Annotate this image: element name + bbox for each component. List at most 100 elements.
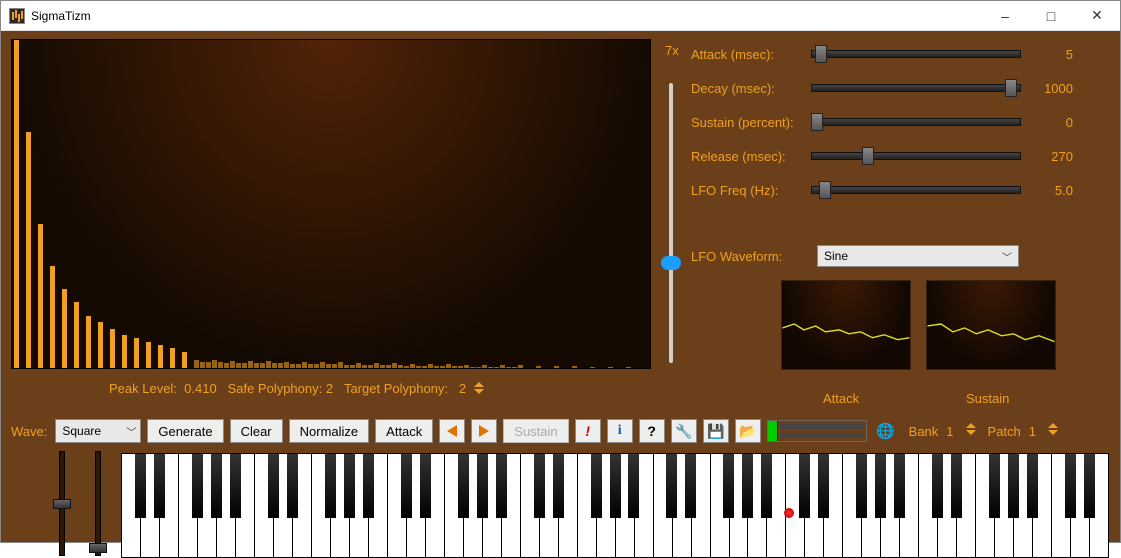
patch-stepper[interactable] xyxy=(1048,423,1060,439)
save-icon: 💾 xyxy=(707,423,724,440)
wave-select[interactable]: Square ﹀ xyxy=(55,419,141,443)
mod-wheel-lever[interactable] xyxy=(89,451,107,556)
black-key[interactable] xyxy=(344,454,355,518)
black-key[interactable] xyxy=(799,454,810,518)
chevron-down-icon: ﹀ xyxy=(126,424,136,439)
midi-globe-icon: 🌐 xyxy=(876,422,895,440)
safe-polyphony-value: 2 xyxy=(326,381,333,396)
decay-slider[interactable] xyxy=(811,78,1021,98)
black-key[interactable] xyxy=(989,454,1000,518)
lfo-freq-slider[interactable] xyxy=(811,180,1021,200)
previous-button[interactable] xyxy=(439,419,465,443)
sustain-label: Sustain (percent): xyxy=(691,115,811,130)
sustain-value: 0 xyxy=(1027,115,1073,130)
black-key[interactable] xyxy=(477,454,488,518)
decay-label: Decay (msec): xyxy=(691,81,811,96)
black-key[interactable] xyxy=(363,454,374,518)
patch-label: Patch xyxy=(988,424,1021,439)
black-key[interactable] xyxy=(610,454,621,518)
help-button[interactable]: ? xyxy=(639,419,665,443)
lfo-waveform-label: LFO Waveform: xyxy=(691,249,811,264)
release-value: 270 xyxy=(1027,149,1073,164)
app-title: SigmaTizm xyxy=(31,9,91,23)
black-key[interactable] xyxy=(1027,454,1038,518)
black-key[interactable] xyxy=(420,454,431,518)
black-key[interactable] xyxy=(230,454,241,518)
black-key[interactable] xyxy=(742,454,753,518)
maximize-button[interactable]: □ xyxy=(1028,1,1074,30)
black-key[interactable] xyxy=(818,454,829,518)
edit-attack-button[interactable]: Attack xyxy=(375,419,433,443)
app-window: SigmaTizm – □ ✕ 7x Attack (msec): 5 Deca… xyxy=(0,0,1121,543)
bank-stepper[interactable] xyxy=(966,423,978,439)
save-button[interactable]: 💾 xyxy=(703,419,729,443)
titlebar[interactable]: SigmaTizm – □ ✕ xyxy=(1,1,1120,31)
black-key[interactable] xyxy=(325,454,336,518)
app-icon xyxy=(9,8,25,24)
black-key[interactable] xyxy=(723,454,734,518)
lfo-waveform-select[interactable]: Sine ﹀ xyxy=(817,245,1019,267)
attack-label: Attack (msec): xyxy=(691,47,811,62)
panic-button[interactable]: ! xyxy=(575,419,601,443)
release-slider[interactable] xyxy=(811,146,1021,166)
black-key[interactable] xyxy=(496,454,507,518)
pitch-bend-lever[interactable] xyxy=(53,451,71,556)
sustain-envelope-view[interactable] xyxy=(926,280,1056,370)
black-key[interactable] xyxy=(894,454,905,518)
minimize-button[interactable]: – xyxy=(982,1,1028,30)
lfo-freq-value: 5.0 xyxy=(1027,183,1073,198)
black-key[interactable] xyxy=(1084,454,1095,518)
attack-slider[interactable] xyxy=(811,44,1021,64)
black-key[interactable] xyxy=(154,454,165,518)
black-key[interactable] xyxy=(951,454,962,518)
arrow-left-icon xyxy=(447,425,457,437)
black-key[interactable] xyxy=(856,454,867,518)
black-key[interactable] xyxy=(268,454,279,518)
info-button[interactable]: i xyxy=(607,419,633,443)
black-key[interactable] xyxy=(192,454,203,518)
midi-button[interactable]: 🌐 xyxy=(873,419,899,443)
zoom-slider-track[interactable] xyxy=(669,83,673,363)
toolbar: Wave: Square ﹀ Generate Clear Normalize … xyxy=(11,419,1060,443)
black-key[interactable] xyxy=(628,454,639,518)
wave-value: Square xyxy=(62,424,101,438)
black-key[interactable] xyxy=(135,454,146,518)
black-key[interactable] xyxy=(534,454,545,518)
clear-button[interactable]: Clear xyxy=(230,419,283,443)
bank-value: 1 xyxy=(946,424,953,439)
black-key[interactable] xyxy=(287,454,298,518)
edit-sustain-button[interactable]: Sustain xyxy=(503,419,568,443)
piano-keyboard[interactable] xyxy=(121,453,1109,558)
next-button[interactable] xyxy=(471,419,497,443)
black-key[interactable] xyxy=(211,454,222,518)
exclamation-icon: ! xyxy=(585,423,590,439)
settings-button[interactable]: 🔧 xyxy=(671,419,697,443)
normalize-button[interactable]: Normalize xyxy=(289,419,370,443)
black-key[interactable] xyxy=(685,454,696,518)
zoom-multiplier: 7x xyxy=(665,43,679,58)
black-key[interactable] xyxy=(458,454,469,518)
sustain-envelope-label: Sustain xyxy=(966,391,1009,406)
black-key[interactable] xyxy=(1065,454,1076,518)
close-button[interactable]: ✕ xyxy=(1074,1,1120,30)
black-key[interactable] xyxy=(1008,454,1019,518)
black-key[interactable] xyxy=(761,454,772,518)
black-key[interactable] xyxy=(932,454,943,518)
black-key[interactable] xyxy=(875,454,886,518)
open-button[interactable]: 📂 xyxy=(735,419,761,443)
generate-button[interactable]: Generate xyxy=(147,419,223,443)
attack-envelope-view[interactable] xyxy=(781,280,911,370)
zoom-slider-thumb[interactable] xyxy=(661,256,681,270)
chevron-down-icon: ﹀ xyxy=(1002,249,1012,264)
black-key[interactable] xyxy=(553,454,564,518)
black-key[interactable] xyxy=(591,454,602,518)
black-key[interactable] xyxy=(666,454,677,518)
attack-value: 5 xyxy=(1027,47,1073,62)
harmonic-spectrum[interactable] xyxy=(11,39,651,369)
lfo-waveform-value: Sine xyxy=(824,249,848,263)
black-key[interactable] xyxy=(401,454,412,518)
peak-level-value: 0.410 xyxy=(184,381,217,396)
decay-value: 1000 xyxy=(1027,81,1073,96)
target-polyphony-stepper[interactable] xyxy=(474,382,486,398)
sustain-slider[interactable] xyxy=(811,112,1021,132)
